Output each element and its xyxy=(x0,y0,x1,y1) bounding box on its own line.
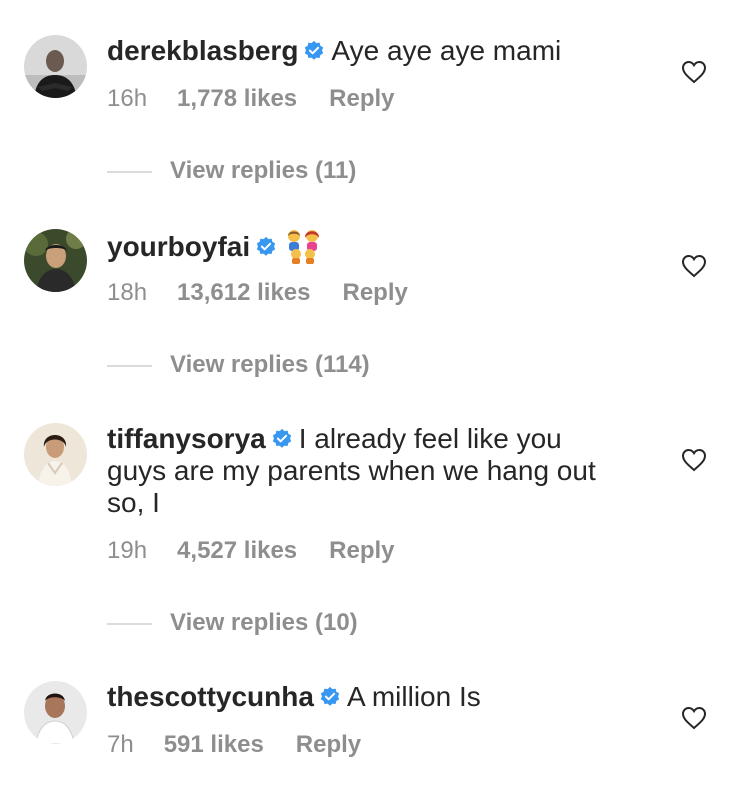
username[interactable]: derekblasberg xyxy=(107,35,298,66)
comment-text: Aye aye aye mami xyxy=(331,35,562,66)
likes-count[interactable]: 591 likes xyxy=(164,731,264,758)
view-replies-label: View replies (10) xyxy=(170,609,358,636)
verified-badge-icon xyxy=(305,40,324,60)
avatar[interactable] xyxy=(24,423,87,486)
comment-text: A million Is xyxy=(346,681,481,712)
comment-time: 19h xyxy=(107,537,148,564)
family-emoji-icon xyxy=(288,230,320,264)
heart-icon[interactable] xyxy=(681,60,707,84)
verified-badge-icon xyxy=(272,428,291,448)
reply-button[interactable]: Reply xyxy=(296,731,361,758)
heart-icon[interactable] xyxy=(681,706,707,730)
reply-button[interactable]: Reply xyxy=(329,85,394,112)
likes-count[interactable]: 4,527 likes xyxy=(177,537,297,564)
view-replies-label: View replies (11) xyxy=(170,157,357,184)
view-replies-button[interactable]: View replies (11) xyxy=(107,157,356,185)
comment-body: thescottycunha A million Is xyxy=(107,681,627,713)
avatar[interactable] xyxy=(24,681,87,744)
heart-icon[interactable] xyxy=(681,254,707,278)
comment-body: tiffanysorya I already feel like you guys… xyxy=(107,423,627,519)
username[interactable]: yourboyfai xyxy=(107,231,250,262)
view-replies-button[interactable]: View replies (114) xyxy=(107,351,370,379)
replies-divider xyxy=(107,170,152,173)
verified-badge-icon xyxy=(320,686,340,706)
comment-meta: 19h 4,527 likes Reply xyxy=(107,537,395,565)
likes-count[interactable]: 1,778 likes xyxy=(177,85,297,112)
replies-divider xyxy=(107,622,152,625)
comment-body: yourboyfai xyxy=(107,228,627,264)
comment-meta: 7h 591 likes Reply xyxy=(107,731,361,759)
username[interactable]: tiffanysorya xyxy=(107,423,266,454)
view-replies-label: View replies (114) xyxy=(170,351,370,378)
view-replies-button[interactable]: View replies (10) xyxy=(107,609,358,637)
verified-badge-icon xyxy=(256,236,276,256)
reply-button[interactable]: Reply xyxy=(329,537,394,564)
username[interactable]: thescottycunha xyxy=(107,681,314,712)
avatar[interactable] xyxy=(24,229,87,292)
replies-divider xyxy=(107,364,152,367)
comment-meta: 18h 13,612 likes Reply xyxy=(107,279,408,307)
heart-icon[interactable] xyxy=(681,448,707,472)
comment-time: 7h xyxy=(107,731,134,758)
comment-time: 18h xyxy=(107,279,148,306)
likes-count[interactable]: 13,612 likes xyxy=(177,279,310,306)
comment-body: derekblasberg Aye aye aye mami xyxy=(107,35,627,67)
reply-button[interactable]: Reply xyxy=(343,279,408,306)
comment-meta: 16h 1,778 likes Reply xyxy=(107,85,395,113)
avatar[interactable] xyxy=(24,35,87,98)
comment-time: 16h xyxy=(107,85,148,112)
